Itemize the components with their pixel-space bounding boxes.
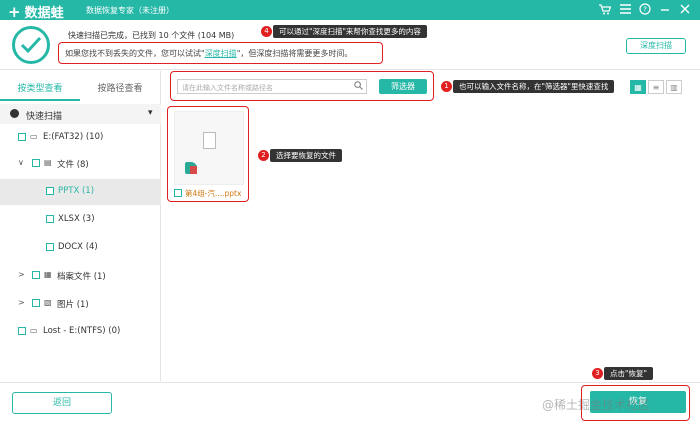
image-icon: ▧ <box>44 298 52 307</box>
file-name: 第4组-汽....pptx <box>185 189 242 198</box>
watermark: @稀土掘金技术社区 <box>542 398 651 412</box>
app-subtitle: 数据恢复专家（未注册） <box>86 6 174 15</box>
quick-scan-section[interactable]: 快速扫描 ▾ <box>0 104 161 124</box>
tree-item-lost-drive[interactable]: ▭ Lost - E:(NTFS) (0) <box>0 319 161 345</box>
check-icon <box>12 26 50 64</box>
minimize-icon[interactable] <box>658 2 672 16</box>
file-checkbox[interactable] <box>174 189 182 197</box>
document-icon <box>203 132 216 149</box>
title-bar: + 数据蛙 数据恢复专家（未注册） ? <box>0 0 700 21</box>
check-dot-icon <box>10 109 19 118</box>
tree-checkbox[interactable] <box>18 327 26 335</box>
app-logo: + 数据蛙 <box>8 2 64 21</box>
tree-checkbox[interactable] <box>46 187 54 195</box>
detail-view-icon[interactable]: ▥ <box>666 80 682 94</box>
tip-2: 选择要恢复的文件 <box>270 149 342 162</box>
tab-by-path[interactable]: 按路径查看 <box>80 79 160 101</box>
tip-2-number: 2 <box>258 150 269 161</box>
tree-label: E:(FAT32) (10) <box>43 132 104 142</box>
chevron-down-icon[interactable]: ∨ <box>18 158 24 167</box>
tree-label: PPTX (1) <box>58 186 95 196</box>
tip-4: 可以通过"深度扫描"来帮你查找更多的内容 <box>273 25 427 38</box>
tree-item-docx[interactable]: DOCX (4) <box>0 235 161 261</box>
tree-item-archives[interactable]: > ▦ 档案文件 (1) <box>0 263 161 289</box>
drive-icon: ▭ <box>30 132 38 141</box>
tree-label: XLSX (3) <box>58 214 95 224</box>
tree-item-xlsx[interactable]: XLSX (3) <box>0 207 161 233</box>
svg-text:?: ? <box>643 6 647 14</box>
tree-label: Lost - E:(NTFS) (0) <box>43 326 121 336</box>
help-icon[interactable]: ? <box>638 2 652 16</box>
search-toolbar: 请在此输入文件名称或路径名 筛选器 <box>170 71 434 101</box>
tree-item-drive-e[interactable]: ▭ E:(FAT32) (10) <box>0 125 161 151</box>
close-icon[interactable] <box>678 2 692 16</box>
tree-checkbox[interactable] <box>46 243 54 251</box>
grid-view-icon[interactable]: ▦ <box>630 80 646 94</box>
tree-checkbox[interactable] <box>18 133 26 141</box>
chevron-right-icon[interactable]: > <box>18 270 25 279</box>
drive-icon: ▭ <box>30 326 38 335</box>
tree-checkbox[interactable] <box>32 271 40 279</box>
document-folder-icon: ▤ <box>44 158 52 167</box>
search-input[interactable]: 请在此输入文件名称或路径名 <box>177 79 367 94</box>
deep-scan-button[interactable]: 深度扫描 <box>626 38 686 54</box>
archive-icon: ▦ <box>44 270 52 279</box>
deep-scan-link[interactable]: 深度扫描 <box>205 49 237 58</box>
search-icon[interactable] <box>354 81 363 93</box>
file-thumbnail[interactable] <box>174 111 244 185</box>
tree-checkbox[interactable] <box>46 215 54 223</box>
tip-1-number: 1 <box>441 81 452 92</box>
list-view-icon[interactable]: ≡ <box>648 80 664 94</box>
back-button[interactable]: 返回 <box>12 392 112 414</box>
view-tabs: 按类型查看 按路径查看 <box>0 79 161 101</box>
cart-icon[interactable] <box>598 2 612 16</box>
tree-label: 文件 (8) <box>57 160 89 170</box>
tree-checkbox[interactable] <box>32 299 40 307</box>
view-mode-buttons: ▦ ≡ ▥ <box>630 80 682 94</box>
sidebar: 按类型查看 按路径查看 快速扫描 ▾ ▭ E:(FAT32) (10) ∨ ▤ … <box>0 71 161 381</box>
chevron-down-icon[interactable]: ▾ <box>148 108 153 118</box>
tip-3: 点击"恢复" <box>604 367 653 380</box>
filter-button[interactable]: 筛选器 <box>379 79 427 94</box>
hint-suffix: "，但深度扫描将需要更多时间。 <box>236 49 353 58</box>
tree-label: 档案文件 (1) <box>57 272 106 282</box>
tab-by-type[interactable]: 按类型查看 <box>0 79 80 101</box>
app-name: 数据蛙 <box>24 6 64 21</box>
logo-mark: + <box>8 3 21 21</box>
tree-item-documents[interactable]: ∨ ▤ 文件 (8) <box>0 151 161 177</box>
tree-checkbox[interactable] <box>32 159 40 167</box>
tip-1: 也可以输入文件名称，在"筛选器"里快速查找 <box>453 80 615 93</box>
tree-item-images[interactable]: > ▧ 图片 (1) <box>0 291 161 317</box>
tree-label: DOCX (4) <box>58 242 98 252</box>
pptx-badge-accent <box>190 166 197 174</box>
chevron-right-icon[interactable]: > <box>18 298 25 307</box>
tip-3-number: 3 <box>592 368 603 379</box>
menu-icon[interactable] <box>618 2 632 16</box>
scan-summary: 快速扫描已完成，已找到 10 个文件 (104 MB) <box>68 31 235 40</box>
tree-label: 图片 (1) <box>57 300 89 310</box>
quick-scan-label: 快速扫描 <box>26 112 63 122</box>
deep-scan-hint: 如果您找不到丢失的文件，您可以试试"深度扫描"，但深度扫描将需要更多时间。 <box>58 42 383 64</box>
file-card[interactable]: 第4组-汽....pptx <box>167 106 249 202</box>
tree-item-pptx[interactable]: PPTX (1) <box>0 179 161 205</box>
tip-4-number: 4 <box>261 26 272 37</box>
search-placeholder: 请在此输入文件名称或路径名 <box>182 84 273 92</box>
hint-prefix: 如果您找不到丢失的文件，您可以试试" <box>65 49 205 58</box>
